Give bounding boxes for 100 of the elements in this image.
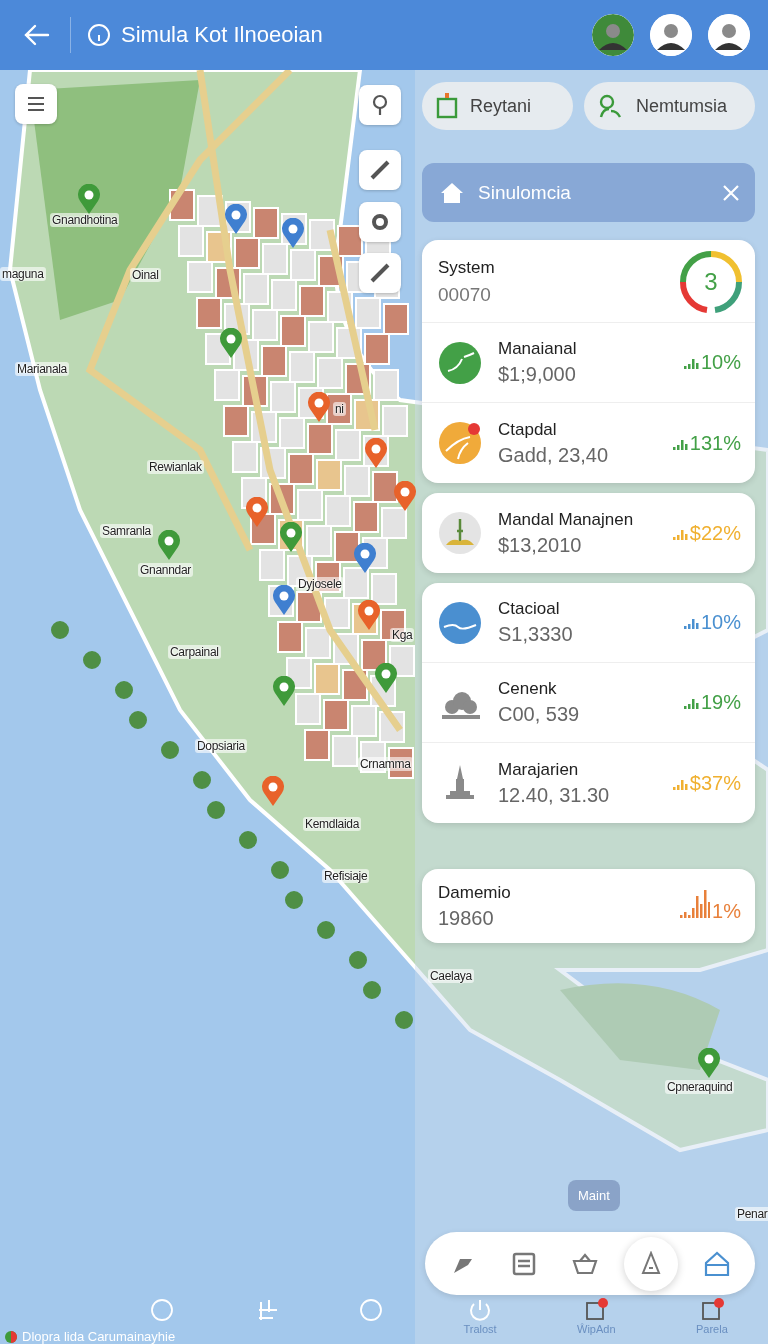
circle-icon: [150, 1298, 175, 1322]
change-value: 19%: [700, 691, 741, 714]
avatar[interactable]: [592, 14, 634, 56]
filter-chip[interactable]: Nemtumsia: [584, 82, 755, 130]
map-pin-icon[interactable]: [393, 481, 417, 511]
trend-bars-icon: [684, 619, 699, 629]
place-label: ni: [333, 402, 346, 416]
settings-button[interactable]: [359, 202, 401, 242]
place-label: Carpainal: [168, 645, 221, 659]
map-pin-icon[interactable]: [77, 184, 101, 214]
item-name: Ctacioal: [498, 599, 561, 619]
place-label: Dopsiaria: [195, 739, 247, 753]
change-value: 1%: [712, 899, 741, 923]
trend-bars-icon: [684, 359, 699, 369]
menu-button[interactable]: [15, 84, 57, 124]
circle-icon: [359, 1298, 383, 1322]
tower-circle-icon: [438, 511, 482, 555]
item-value: $13,2010: [498, 533, 583, 557]
caption-text: Dlopra lida Carumainayhie: [22, 1329, 176, 1344]
place-label: Kemdlaida: [303, 817, 361, 831]
place-label: Marianala: [15, 362, 69, 376]
close-icon: [721, 182, 741, 203]
trend-bars-icon: [673, 529, 688, 540]
item-name: Cenenk: [498, 679, 558, 699]
pin-button[interactable]: [359, 85, 401, 125]
place-label: maguna: [0, 267, 46, 281]
settings-icon: [369, 211, 391, 233]
item-value: Gadd, 23,40: [498, 443, 610, 467]
pin-icon: [371, 94, 389, 116]
filter-chip[interactable]: Reytani: [422, 82, 573, 130]
place-label: Kga: [390, 628, 415, 642]
map-pin-icon[interactable]: [272, 585, 296, 615]
map-pin-icon[interactable]: [157, 530, 181, 560]
change-value: $22%: [689, 521, 741, 545]
map-pin-icon[interactable]: [224, 204, 248, 234]
square-icon: [436, 93, 458, 119]
nav-tab[interactable]: [623, 1236, 678, 1291]
avatar[interactable]: [650, 14, 692, 56]
item-name: Mandal Manajnen: [498, 509, 635, 530]
place-label: Gnandhotina: [50, 213, 120, 227]
place-label: Dyjosele: [296, 577, 344, 591]
system-button[interactable]: Parela: [696, 1298, 728, 1335]
place-label: Caelaya: [428, 969, 474, 983]
app-title: Simula Kot Ilnoeoian: [121, 22, 323, 48]
map-pin-icon[interactable]: [364, 438, 388, 468]
place-label: Crnamma: [358, 757, 413, 771]
item-value: 19860: [438, 906, 495, 930]
location-icon: [87, 23, 111, 47]
change-value: 10%: [700, 351, 741, 374]
item-value: S1,3330: [498, 623, 574, 646]
power-icon: [468, 1298, 493, 1322]
pencil-button[interactable]: [359, 253, 401, 293]
system-button[interactable]: ŴipAdn: [577, 1298, 616, 1335]
change-value: 10%: [700, 611, 741, 634]
item-name: Ctapdal: [498, 419, 558, 440]
map-pin-icon[interactable]: [261, 776, 285, 806]
place-label: Samranla: [100, 524, 153, 538]
item-value: C00, 539: [498, 703, 581, 726]
pencil-icon: [369, 159, 391, 181]
menu-icon: [26, 95, 46, 113]
pencil-icon: [369, 262, 391, 284]
globe-icon: [4, 1329, 18, 1344]
score-ring-drawing: [679, 250, 743, 314]
map-pin-icon[interactable]: [245, 497, 269, 527]
summary-value: 00070: [438, 284, 492, 306]
map-pin-icon[interactable]: [272, 676, 296, 706]
place-label: Rewianlak: [147, 460, 204, 474]
place-label: Penar: [735, 1207, 768, 1221]
trend-bars-icon: [684, 699, 699, 709]
map-pin-icon[interactable]: [307, 392, 331, 422]
change-value: 131%: [689, 431, 741, 455]
map-pin-icon[interactable]: [697, 1048, 721, 1078]
pencil-button[interactable]: [359, 150, 401, 190]
item-name: Marajarien: [498, 759, 580, 780]
map-pin-icon[interactable]: [219, 328, 243, 358]
document-icon: [584, 1298, 609, 1322]
place-label: Oinal: [130, 268, 161, 282]
curve-circle-icon: [438, 421, 482, 465]
summary-title: System: [438, 258, 495, 278]
place-label: Refisiaje: [322, 869, 370, 883]
map-pin-icon[interactable]: [357, 600, 381, 630]
trend-bars-icon: [673, 439, 688, 450]
map-pin-icon[interactable]: [279, 522, 303, 552]
item-value: 12.40, 31.30: [498, 783, 611, 807]
map-pin-icon[interactable]: [353, 543, 377, 573]
home-icon: [703, 1250, 730, 1277]
home-icon: [440, 181, 464, 204]
map-pin-icon[interactable]: [281, 218, 305, 248]
item-name: Manaianal: [498, 339, 578, 359]
item-name: Damemio: [438, 882, 512, 903]
avatar[interactable]: [708, 14, 750, 56]
trend-bars-icon: [679, 889, 711, 918]
map-label-chip: Maint: [568, 1180, 620, 1211]
map-pin-icon[interactable]: [374, 663, 398, 693]
document-icon: [699, 1298, 724, 1322]
score-value: 3: [703, 267, 719, 297]
list-icon: [511, 1250, 538, 1277]
wave-circle-icon: [438, 600, 482, 645]
system-button[interactable]: Tralost: [463, 1298, 497, 1335]
leaf-circle-icon: [438, 340, 482, 385]
